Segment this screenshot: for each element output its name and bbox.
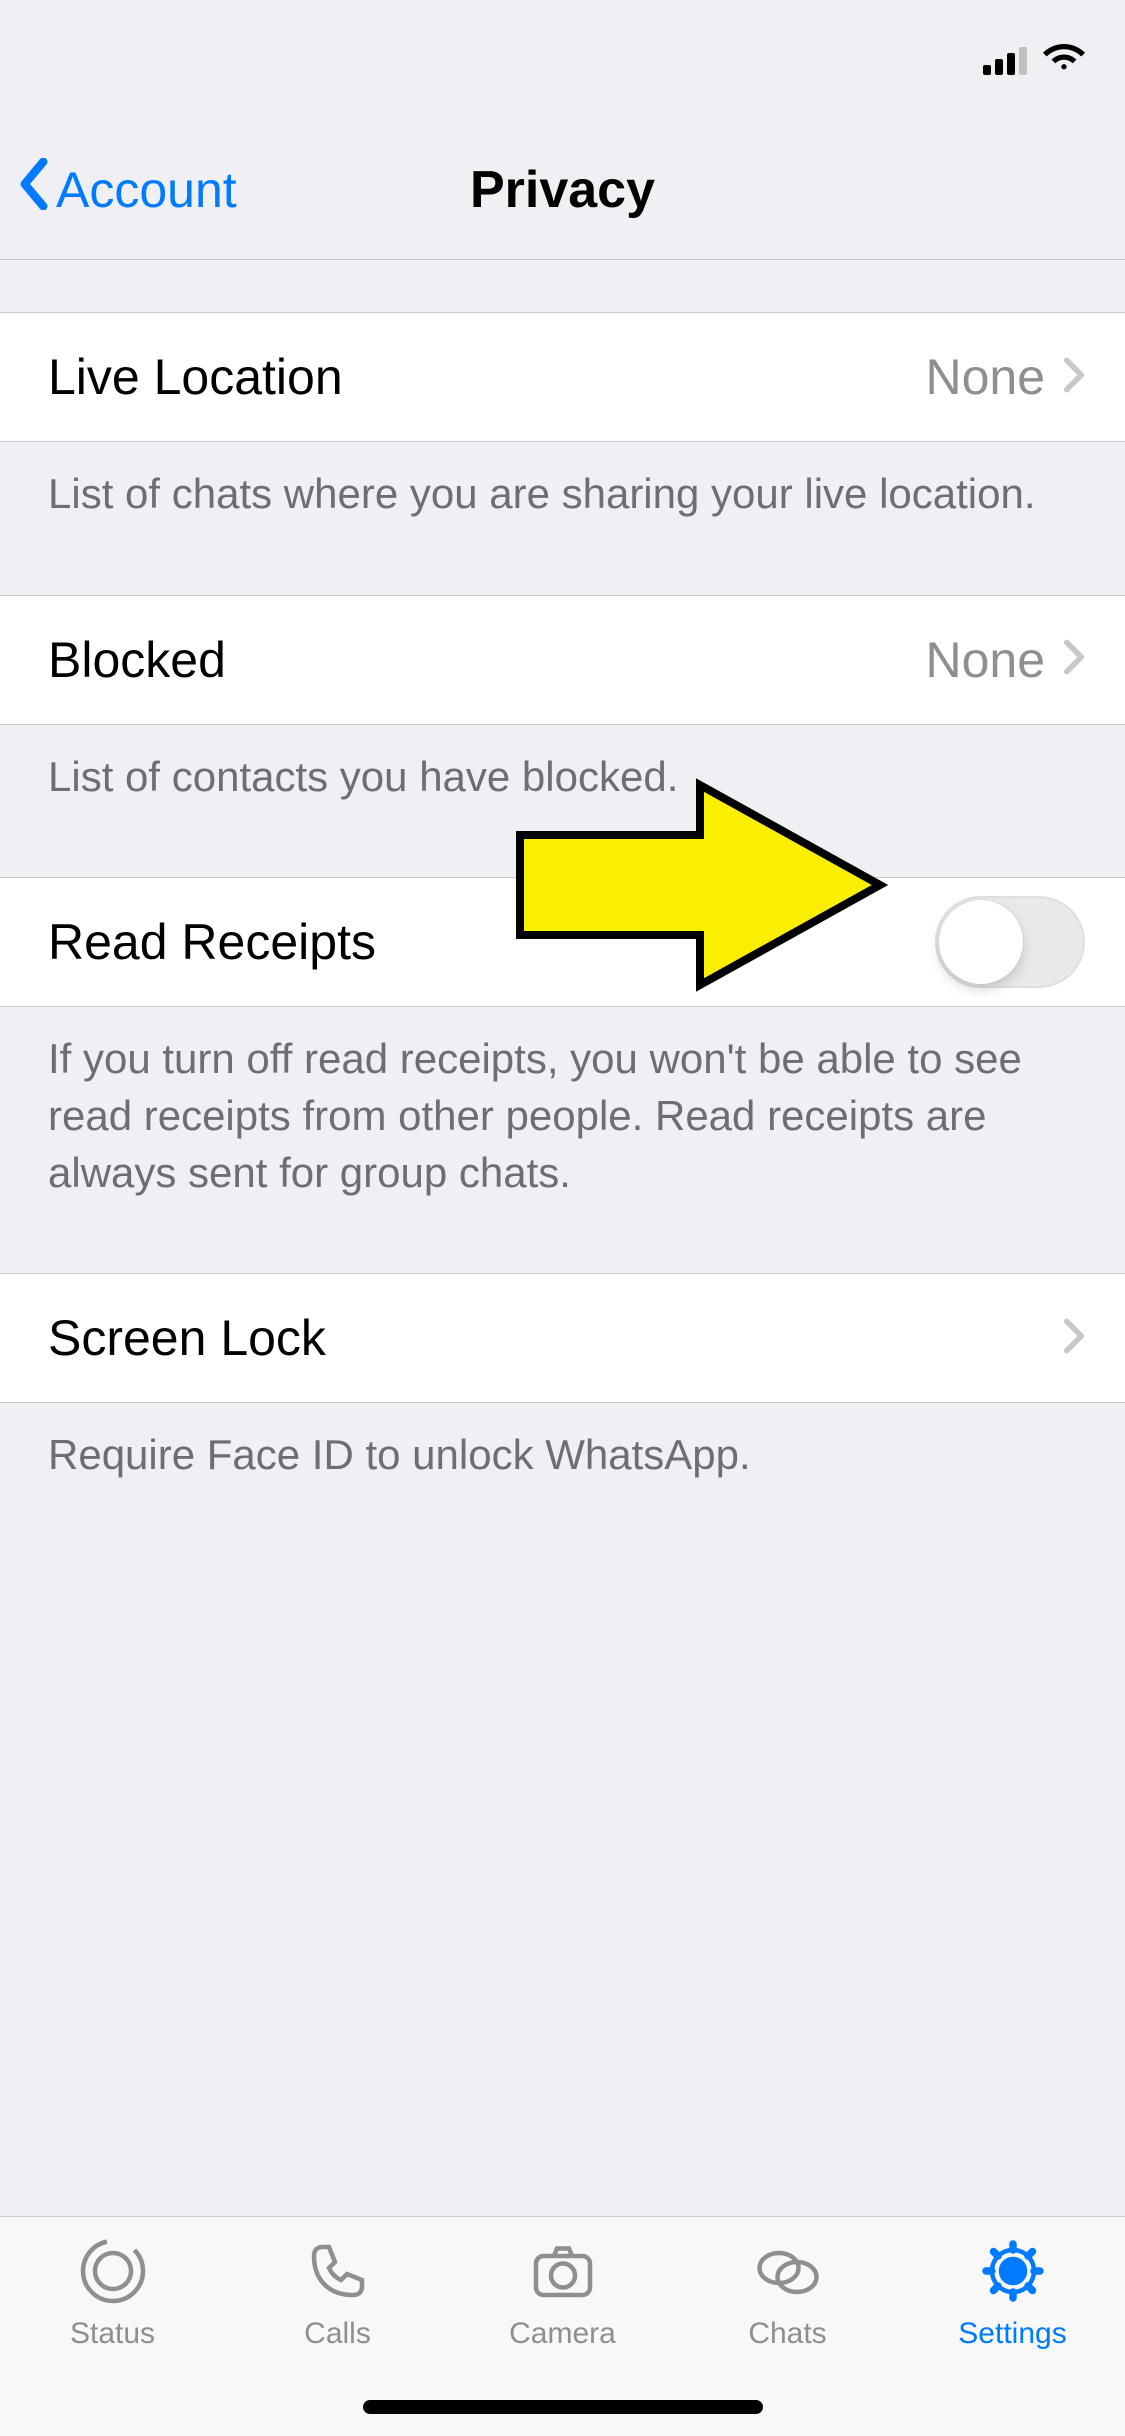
row-value: None xyxy=(925,631,1045,689)
tab-label: Camera xyxy=(509,2317,616,2351)
camera-icon xyxy=(527,2233,599,2309)
chevron-right-icon xyxy=(1063,638,1085,681)
read-receipts-toggle[interactable] xyxy=(935,896,1085,988)
annotation-arrow-icon xyxy=(510,775,890,1000)
status-bar xyxy=(0,0,1125,120)
chats-icon xyxy=(752,2233,824,2309)
back-button[interactable]: Account xyxy=(18,158,237,222)
tab-label: Calls xyxy=(304,2317,371,2351)
footer-screen-lock: Require Face ID to unlock WhatsApp. xyxy=(0,1403,1125,1484)
tab-label: Settings xyxy=(958,2317,1066,2351)
tab-label: Status xyxy=(70,2317,155,2351)
cellular-signal-icon xyxy=(983,45,1027,75)
row-live-location[interactable]: Live Location None xyxy=(0,312,1125,442)
status-icon xyxy=(77,2233,149,2309)
row-screen-lock[interactable]: Screen Lock xyxy=(0,1273,1125,1403)
toggle-knob xyxy=(939,900,1023,984)
chevron-left-icon xyxy=(18,158,50,222)
home-indicator[interactable] xyxy=(363,2400,763,2414)
footer-read-receipts: If you turn off read receipts, you won't… xyxy=(0,1007,1125,1201)
row-label: Screen Lock xyxy=(48,1309,1063,1367)
row-blocked[interactable]: Blocked None xyxy=(0,595,1125,725)
row-label: Blocked xyxy=(48,631,925,689)
chevron-right-icon xyxy=(1063,356,1085,399)
wifi-icon xyxy=(1043,37,1085,84)
gear-icon xyxy=(977,2233,1049,2309)
back-label: Account xyxy=(56,161,237,219)
tab-settings[interactable]: Settings xyxy=(900,2233,1125,2436)
row-value: None xyxy=(925,348,1045,406)
tab-status[interactable]: Status xyxy=(0,2233,225,2436)
footer-live-location: List of chats where you are sharing your… xyxy=(0,442,1125,523)
row-label: Live Location xyxy=(48,348,925,406)
tab-label: Chats xyxy=(748,2317,826,2351)
page-title: Privacy xyxy=(470,160,655,220)
chevron-right-icon xyxy=(1063,1317,1085,1360)
phone-icon xyxy=(302,2233,374,2309)
navigation-bar: Account Privacy xyxy=(0,120,1125,260)
